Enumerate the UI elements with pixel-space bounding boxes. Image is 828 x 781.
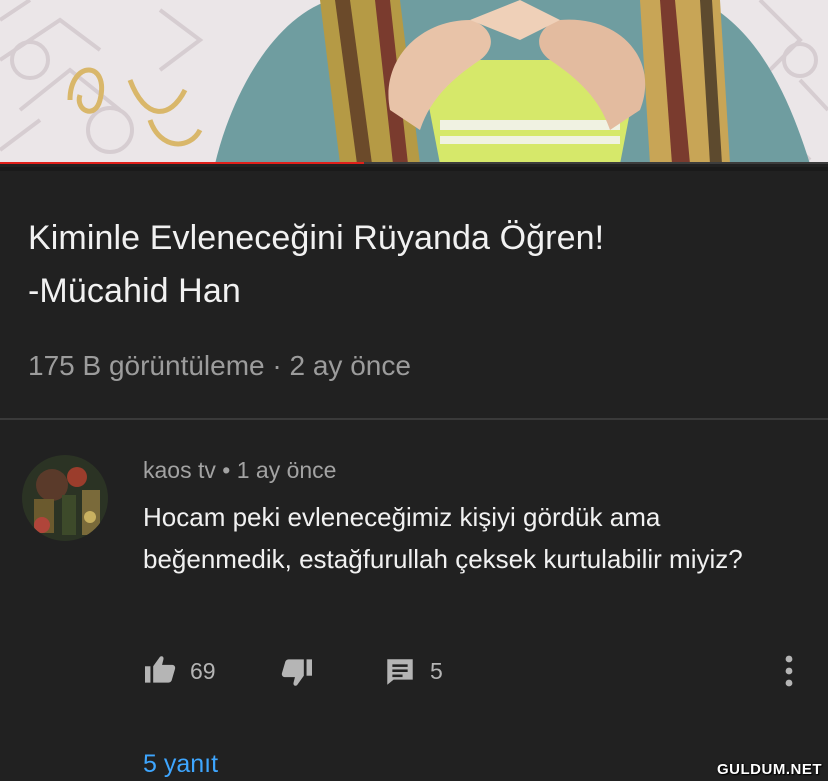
avatar[interactable] xyxy=(22,455,108,541)
more-vert-icon[interactable] xyxy=(784,654,794,693)
video-frame-image xyxy=(0,0,828,164)
thumbs-down-icon[interactable] xyxy=(280,658,314,693)
section-divider xyxy=(0,418,828,420)
comment-header-separator: • xyxy=(215,457,237,483)
video-title-line2: -Mücahid Han xyxy=(28,272,241,310)
comment-header: kaos tv • 1 ay önce xyxy=(143,457,336,484)
upload-age: 2 ay önce xyxy=(289,350,411,381)
view-count: 175 B görüntüleme xyxy=(28,350,265,381)
meta-separator: · xyxy=(264,350,290,381)
player-bottom-edge xyxy=(0,167,828,171)
video-thumbnail[interactable] xyxy=(0,0,828,164)
video-progress-bar[interactable] xyxy=(0,162,828,164)
watermark: GULDUM.NET xyxy=(717,761,822,778)
comment-author[interactable]: kaos tv xyxy=(143,457,216,483)
video-progress-fill xyxy=(0,162,365,164)
comment-actions: 69 5 xyxy=(0,648,828,692)
comment-text: Hocam peki evleneceğimiz kişiyi gördük a… xyxy=(143,502,743,574)
view-replies-link[interactable]: 5 yanıt xyxy=(143,750,218,779)
reply-count: 5 xyxy=(430,658,443,684)
video-title: Kiminle Evleneceğini Rüyanda Öğren! -Müc… xyxy=(28,212,798,318)
video-meta: 175 B görüntüleme · 2 ay önce xyxy=(28,350,411,382)
comment-time: 1 ay önce xyxy=(236,457,337,483)
thumbs-up-icon[interactable] xyxy=(143,654,177,689)
avatar-image xyxy=(22,455,108,541)
like-count: 69 xyxy=(190,658,216,684)
video-title-line1: Kiminle Evleneceğini Rüyanda Öğren! xyxy=(28,219,605,257)
reply-icon[interactable] xyxy=(385,658,415,691)
